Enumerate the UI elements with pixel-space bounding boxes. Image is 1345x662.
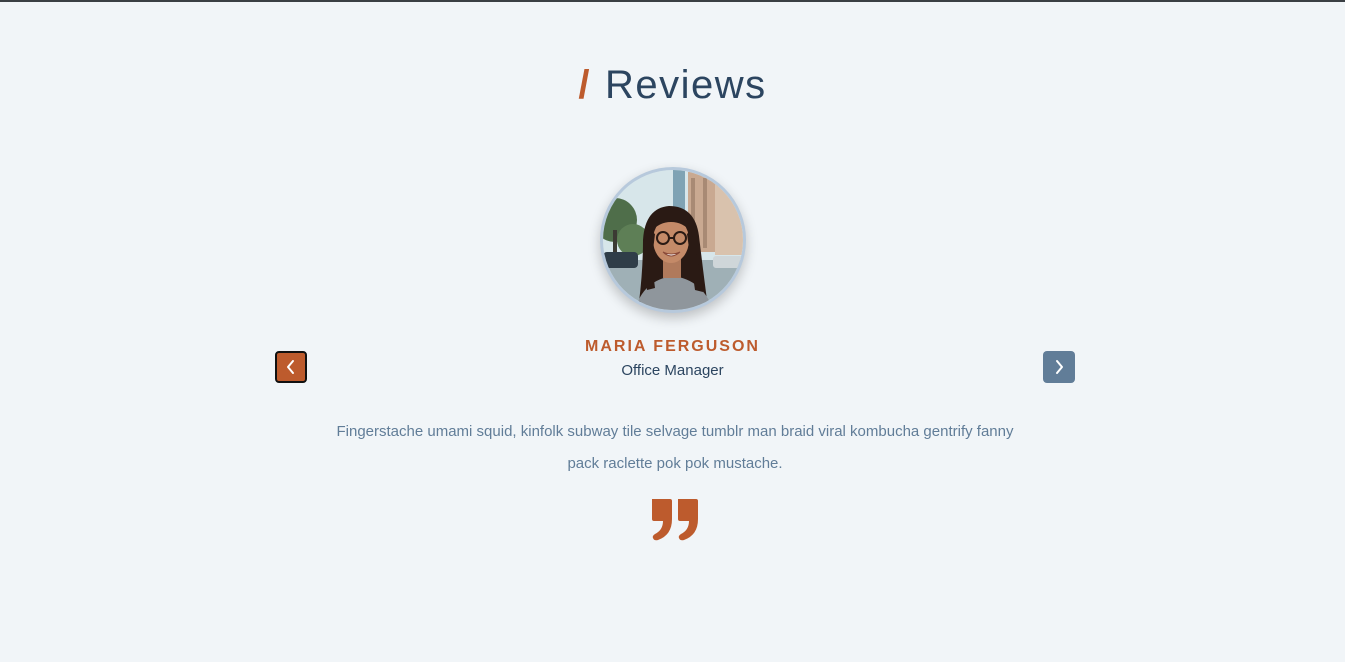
title-text: Reviews	[604, 63, 767, 107]
section-title: / Reviews	[0, 58, 1345, 112]
chevron-left-icon	[287, 360, 294, 374]
title-slash: /	[578, 63, 591, 107]
reviewer-job: Office Manager	[621, 362, 724, 379]
review-text: Fingerstache umami squid, kinfolk subway…	[336, 423, 1014, 472]
next-button[interactable]	[1043, 351, 1075, 383]
prev-button[interactable]	[275, 351, 307, 383]
chevron-right-icon	[1056, 360, 1063, 374]
top-divider	[0, 0, 1345, 2]
avatar	[600, 167, 746, 313]
reviewer-name: MARIA FERGUSON	[585, 338, 760, 355]
avatar-photo	[603, 170, 743, 310]
reviews-section: / Reviews MARIA FERGUSON Office Manager …	[0, 0, 1345, 662]
quote-right-icon	[652, 499, 698, 541]
